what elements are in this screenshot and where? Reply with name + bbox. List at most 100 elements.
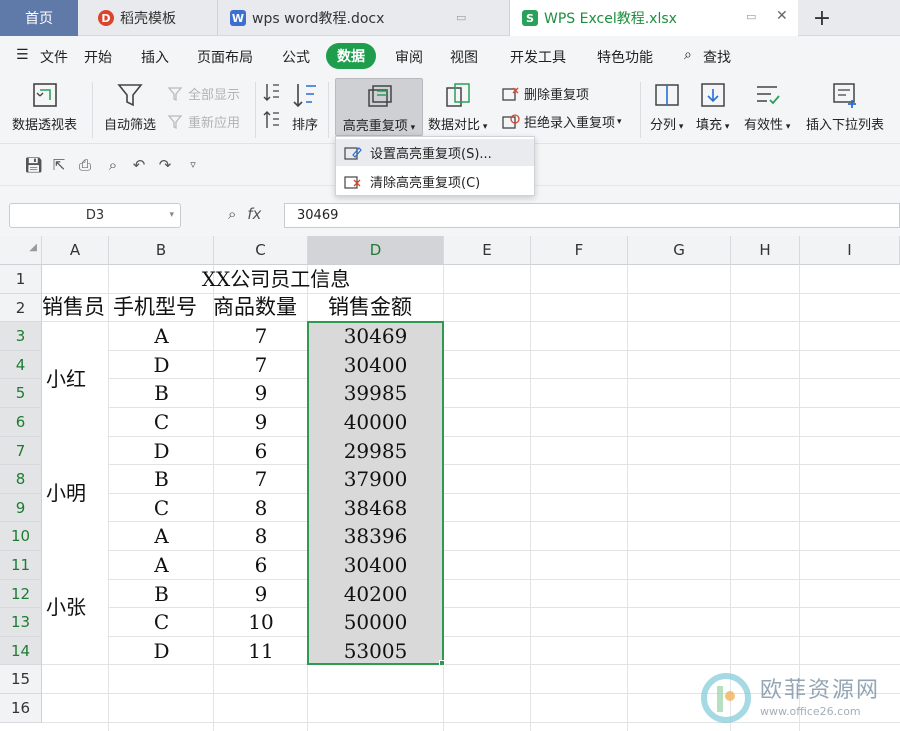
menu-special-features[interactable]: 特色功能 — [597, 47, 653, 67]
formula-input[interactable]: 30469 — [284, 203, 900, 228]
customize-toolbar-icon[interactable]: ▿ — [184, 156, 202, 174]
split-column-button[interactable]: 分列 ▾ — [650, 80, 683, 133]
cell-model[interactable]: B — [109, 580, 214, 609]
menu-search[interactable]: 查找 — [703, 47, 731, 67]
cell-model[interactable]: B — [109, 465, 214, 494]
menu-page-layout[interactable]: 页面布局 — [197, 47, 253, 67]
zoom-icon[interactable]: ⌕ — [228, 205, 236, 223]
sort-ascending-icon[interactable] — [262, 82, 286, 102]
undo-icon[interactable]: ↶ — [130, 156, 148, 174]
cell-model[interactable]: C — [109, 494, 214, 523]
save-icon[interactable]: 💾︎ — [24, 156, 43, 174]
row-header-14[interactable]: 14 — [0, 636, 42, 666]
sheet-title[interactable]: XX公司员工信息 — [109, 265, 443, 293]
reapply-button[interactable]: 重新应用 — [168, 112, 240, 131]
header-quantity[interactable]: 商品数量 — [213, 293, 297, 321]
cell-quantity[interactable]: 7 — [214, 322, 308, 351]
chevron-down-icon[interactable]: ▾ — [169, 204, 174, 227]
row-header-15[interactable]: 15 — [0, 665, 42, 694]
row-header-1[interactable]: 1 — [0, 265, 42, 294]
header-phone-model[interactable]: 手机型号 — [113, 293, 197, 321]
tab-home[interactable]: 首页 — [0, 0, 78, 36]
fill-handle[interactable] — [439, 660, 445, 666]
row-header-2[interactable]: 2 — [0, 293, 42, 323]
menu-file[interactable]: 文件 — [40, 47, 68, 67]
spreadsheet-grid[interactable]: ◢ ABCDEFGHI 1 2 3 4 5 6 7 8 9 10 11 12 13 14 15 16 XX公司… — [0, 236, 900, 731]
column-header-i[interactable]: I — [800, 236, 900, 265]
cell-model[interactable]: D — [109, 351, 214, 380]
set-highlight-duplicates-item[interactable]: 设置高亮重复项(S)... — [336, 139, 534, 166]
row-header-4[interactable]: 4 — [0, 350, 42, 380]
reject-duplicates-button[interactable]: 拒绝录入重复项 ▾ — [502, 112, 622, 131]
redo-icon[interactable]: ↷ — [156, 156, 174, 174]
menu-developer[interactable]: 开发工具 — [510, 47, 566, 67]
menu-formulas[interactable]: 公式 — [282, 47, 310, 67]
delete-duplicates-button[interactable]: 删除重复项 — [502, 84, 589, 103]
menu-data[interactable]: 数据 — [326, 43, 376, 69]
row-header-16[interactable]: 16 — [0, 694, 42, 723]
data-compare-button[interactable]: 数据对比 ▾ — [428, 80, 487, 133]
fill-button[interactable]: 填充 ▾ — [696, 80, 729, 133]
column-header-g[interactable]: G — [628, 236, 731, 265]
menu-home[interactable]: 开始 — [84, 47, 112, 67]
cell-quantity[interactable]: 9 — [214, 408, 308, 437]
tab-docer-templates[interactable]: D 稻壳模板 — [78, 0, 218, 36]
validity-button[interactable]: 有效性 ▾ — [744, 80, 790, 133]
clear-highlight-duplicates-item[interactable]: 清除高亮重复项(C) — [336, 168, 534, 195]
cell-quantity[interactable]: 11 — [214, 637, 308, 666]
name-box[interactable]: D3 ▾ — [9, 203, 181, 228]
tab-word-doc[interactable]: W wps word教程.docx ▭ — [218, 0, 510, 36]
insert-dropdown-list-button[interactable]: 插入下拉列表 — [806, 80, 884, 133]
cell-model[interactable]: C — [109, 408, 214, 437]
close-tab-icon[interactable]: ✕ — [776, 8, 788, 24]
tab-excel-doc[interactable]: S WPS Excel教程.xlsx ▭ ✕ — [510, 0, 798, 36]
search-icon[interactable]: ⌕ — [684, 47, 692, 63]
cell-quantity[interactable]: 8 — [214, 522, 308, 551]
cell-model[interactable]: A — [109, 551, 214, 580]
row-header-8[interactable]: 8 — [0, 465, 42, 494]
cell-quantity[interactable]: 6 — [214, 437, 308, 466]
fx-icon[interactable]: fx — [247, 205, 261, 223]
select-all-corner[interactable]: ◢ — [0, 236, 42, 265]
menu-view[interactable]: 视图 — [450, 47, 478, 67]
merged-cell-salesperson[interactable]: 小明 — [42, 436, 108, 550]
new-tab-button[interactable]: + — [810, 0, 834, 36]
cell-quantity[interactable]: 7 — [214, 465, 308, 494]
cell-quantity[interactable]: 8 — [214, 494, 308, 523]
column-header-a[interactable]: A — [42, 236, 109, 265]
row-header-11[interactable]: 11 — [0, 551, 42, 580]
row-header-13[interactable]: 13 — [0, 608, 42, 637]
cell-model[interactable]: D — [109, 437, 214, 466]
sort-button[interactable]: 排序 — [290, 80, 320, 133]
header-sales-amount[interactable]: 销售金额 — [328, 293, 412, 321]
pivot-table-button[interactable]: 数据透视表 — [12, 80, 77, 133]
merged-cell-salesperson[interactable]: 小张 — [42, 550, 108, 664]
cell-model[interactable]: D — [109, 637, 214, 666]
export-icon[interactable]: ⇱ — [50, 156, 68, 174]
cell-model[interactable]: A — [109, 322, 214, 351]
print-icon[interactable]: ⎙ — [76, 156, 94, 174]
row-header-3[interactable]: 3 — [0, 322, 42, 351]
show-all-button[interactable]: 全部显示 — [168, 84, 240, 103]
header-salesperson[interactable]: 销售员 — [42, 293, 105, 321]
pin-window-icon[interactable]: ▭ — [746, 10, 756, 23]
auto-filter-button[interactable]: 自动筛选 — [104, 80, 156, 133]
cell-quantity[interactable]: 7 — [214, 351, 308, 380]
cell-model[interactable]: C — [109, 608, 214, 637]
menu-review[interactable]: 审阅 — [395, 47, 423, 67]
row-header-10[interactable]: 10 — [0, 522, 42, 551]
row-header-5[interactable]: 5 — [0, 379, 42, 408]
column-header-b[interactable]: B — [109, 236, 214, 265]
print-preview-icon[interactable]: ⌕ — [104, 156, 122, 174]
merged-cell-salesperson[interactable]: 小红 — [42, 322, 108, 436]
column-header-h[interactable]: H — [731, 236, 800, 265]
column-header-e[interactable]: E — [444, 236, 531, 265]
row-header-7[interactable]: 7 — [0, 436, 42, 466]
cell-quantity[interactable]: 9 — [214, 379, 308, 408]
hamburger-menu-icon[interactable]: ☰ — [16, 47, 29, 63]
cell-quantity[interactable]: 10 — [214, 608, 308, 637]
row-header-9[interactable]: 9 — [0, 493, 42, 523]
pin-window-icon[interactable]: ▭ — [456, 11, 466, 24]
menu-insert[interactable]: 插入 — [141, 47, 169, 67]
column-header-d[interactable]: D — [308, 236, 444, 265]
